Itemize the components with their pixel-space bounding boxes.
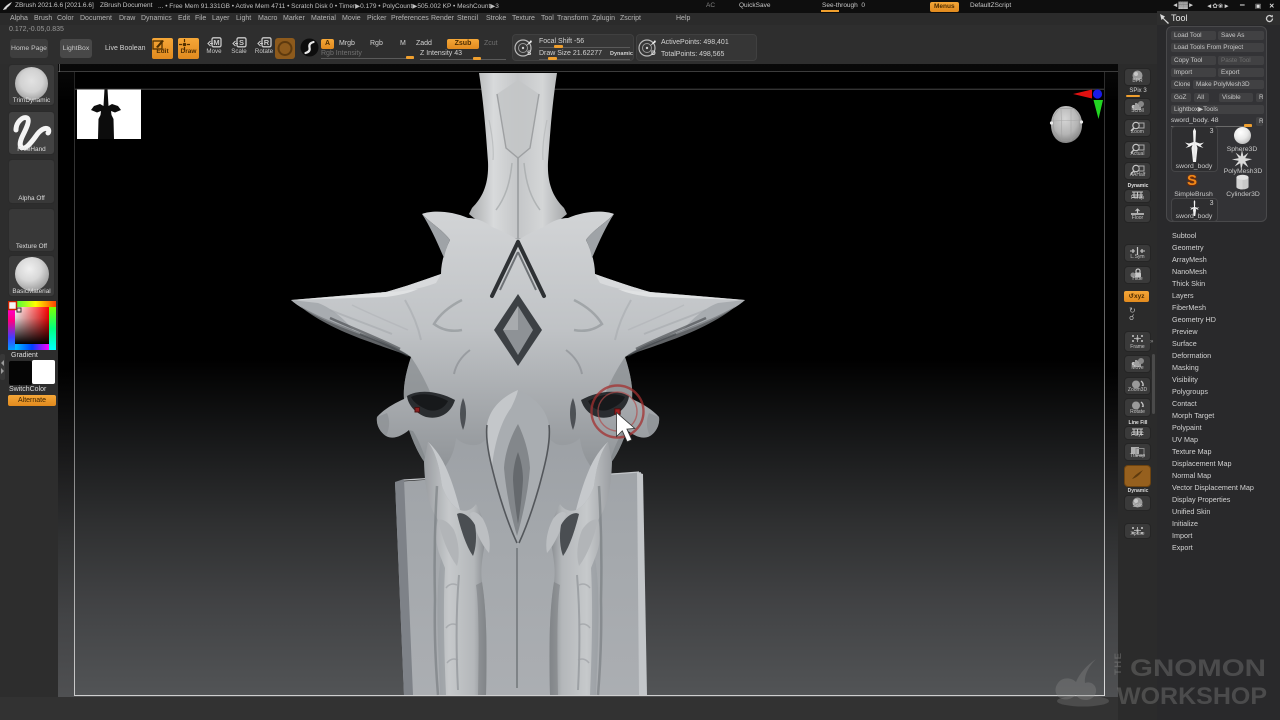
svg-text:R: R [264,38,270,47]
svg-text:M: M [213,38,219,47]
svg-text:S: S [239,38,244,47]
svg-text:D: D [651,50,656,57]
svg-text:S: S [527,50,532,57]
